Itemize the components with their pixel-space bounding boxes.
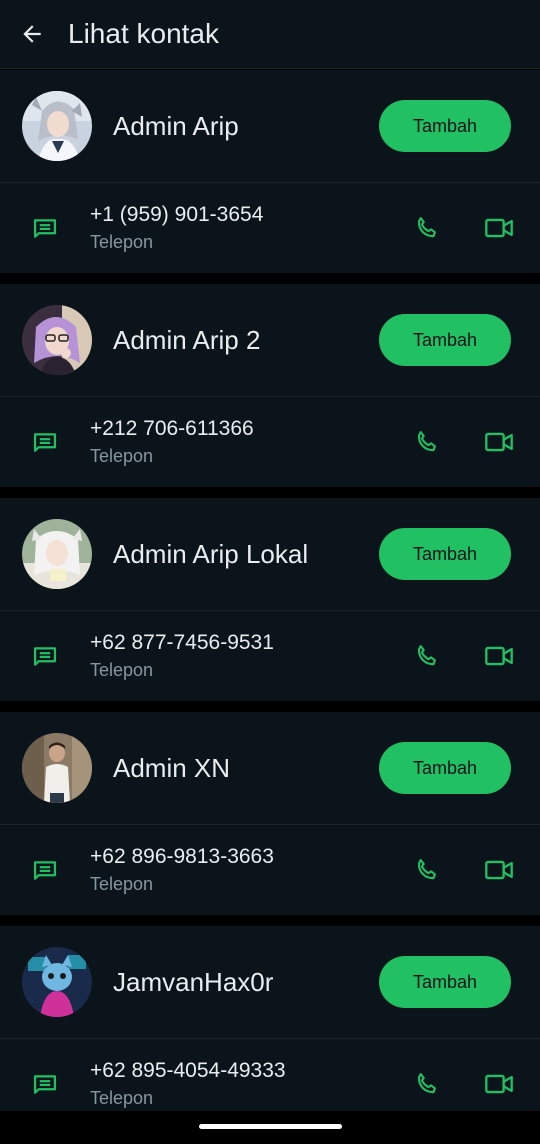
phone-info: +1 (959) 901-3654 Telepon [90,201,402,254]
phone-row: +62 877-7456-9531 Telepon [0,611,540,700]
contact-card: JamvanHax0r Tambah +62 895-4054-49333 Te… [0,926,540,1129]
add-contact-button[interactable]: Tambah [379,100,511,152]
contact-name: Admin Arip [113,110,239,141]
phone-number: +62 896-9813-3663 [90,845,274,868]
phone-number: +62 877-7456-9531 [90,631,274,654]
arrow-left-icon [23,25,41,43]
contact-list: Admin Arip Tambah +1 (959) 901-3654 Tele… [0,70,540,1140]
contact-header: Admin Arip Tambah [0,70,540,183]
voice-call-button[interactable] [402,397,452,486]
message-button[interactable] [0,397,90,486]
contact-name: JamvanHax0r [113,966,274,997]
contact-header: Admin Arip 2 Tambah [0,284,540,397]
contact-card: Admin XN Tambah +62 896-9813-3663 Telepo… [0,712,540,915]
contact-header: JamvanHax0r Tambah [0,926,540,1039]
avatar[interactable] [22,733,92,803]
add-contact-button[interactable]: Tambah [379,742,511,794]
page-title: Lihat kontak [68,18,219,49]
phone-info: +62 896-9813-3663 Telepon [90,843,402,896]
phone-row: +1 (959) 901-3654 Telepon [0,183,540,272]
video-call-button[interactable] [474,825,524,914]
add-contact-button[interactable]: Tambah [379,528,511,580]
phone-number: +1 (959) 901-3654 [90,203,264,226]
contact-card: Admin Arip Lokal Tambah +62 877-7456-953… [0,498,540,701]
avatar[interactable] [22,519,92,589]
add-contact-button[interactable]: Tambah [379,956,511,1008]
phone-row: +212 706-611366 Telepon [0,397,540,486]
voice-call-button[interactable] [402,825,452,914]
contact-header: Admin XN Tambah [0,712,540,825]
phone-type-label: Telepon [90,1088,154,1108]
video-call-icon [485,218,513,237]
video-call-icon [485,432,513,451]
video-call-button[interactable] [474,611,524,700]
contact-card: Admin Arip 2 Tambah +212 706-611366 Tele… [0,284,540,487]
avatar[interactable] [22,91,92,161]
contact-name: Admin XN [113,752,231,783]
phone-info: +62 877-7456-9531 Telepon [90,629,402,682]
phone-call-icon [417,644,436,665]
message-button[interactable] [0,611,90,700]
phone-call-icon [417,430,436,451]
video-call-icon [485,646,513,665]
add-contact-button[interactable]: Tambah [379,314,511,366]
contact-header: Admin Arip Lokal Tambah [0,498,540,611]
avatar[interactable] [22,305,92,375]
phone-row: +62 896-9813-3663 Telepon [0,825,540,914]
phone-call-icon [417,858,436,879]
phone-number: +212 706-611366 [90,417,254,440]
phone-type-label: Telepon [90,446,154,466]
contact-name: Admin Arip Lokal [113,538,309,569]
message-icon [33,432,57,452]
message-icon [33,1074,57,1094]
view-contacts-screen: Lihat kontak Admin Arip Tambah +1 (959) … [0,0,540,1144]
avatar[interactable] [22,947,92,1017]
phone-type-label: Telepon [90,232,154,252]
video-call-icon [485,1074,513,1093]
voice-call-button[interactable] [402,183,452,272]
contact-card: Admin Arip Tambah +1 (959) 901-3654 Tele… [0,70,540,273]
message-icon [33,860,57,880]
phone-info: +212 706-611366 Telepon [90,415,402,468]
video-call-button[interactable] [474,183,524,272]
message-icon [33,646,57,666]
message-icon [33,218,57,238]
phone-type-label: Telepon [90,874,154,894]
top-app-bar: Lihat kontak [0,0,540,69]
video-call-button[interactable] [474,397,524,486]
phone-call-icon [417,1072,436,1093]
phone-call-icon [417,216,436,237]
contact-name: Admin Arip 2 [113,324,261,355]
phone-type-label: Telepon [90,660,154,680]
phone-number: +62 895-4054-49333 [90,1059,286,1082]
home-indicator[interactable] [199,1124,342,1129]
voice-call-button[interactable] [402,611,452,700]
phone-info: +62 895-4054-49333 Telepon [90,1057,402,1110]
message-button[interactable] [0,825,90,914]
message-button[interactable] [0,183,90,272]
back-button[interactable] [0,0,64,69]
video-call-icon [485,860,513,879]
